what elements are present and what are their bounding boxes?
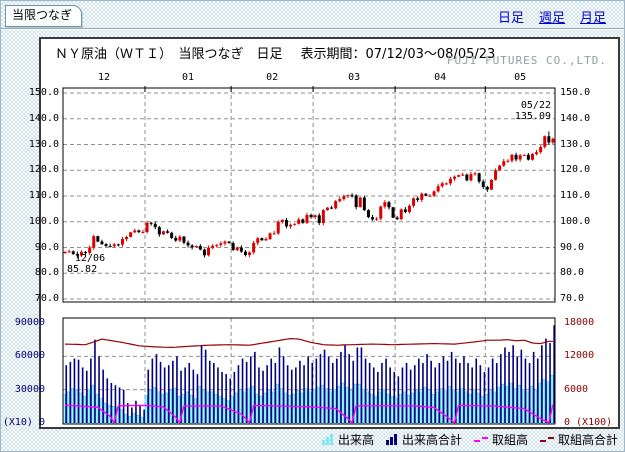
volume-right-zero-label: 0 (X100) [564, 417, 612, 428]
legend-label: 取組高 [492, 431, 528, 448]
open-interest-line-icon [474, 435, 489, 444]
nav-link-monthly[interactable]: 月足 [580, 7, 606, 26]
chart-title-row: ＮＹ原油（ＷＴＩ） 当限つなぎ 日足表示期間：07/12/03～08/05/23 [55, 43, 495, 62]
high-annotation-value: 135.09 [479, 111, 551, 122]
timeframe-nav: 日足 週足 月足 [498, 7, 606, 26]
chart-title: ＮＹ原油（ＷＴＩ） 当限つなぎ 日足 [55, 47, 283, 62]
legend-item-open-interest-total: 取組高合計 [540, 431, 618, 448]
legend-item-open-interest: 取組高 [474, 431, 528, 448]
chart-panel [39, 37, 620, 429]
legend-label: 出来高合計 [402, 431, 462, 448]
high-annotation-date: 05/22 [479, 100, 551, 111]
tab-label: 当限つなぎ [12, 8, 72, 22]
tab-current-contract[interactable]: 当限つなぎ [5, 5, 82, 27]
legend-item-volume: 出来高 [322, 431, 374, 448]
chart-app-window: 当限つなぎ 日足 週足 月足 ＮＹ原油（ＷＴＩ） 当限つなぎ 日足表示期間：07… [0, 0, 625, 452]
low-annotation: 12/06 85.82 [67, 253, 105, 275]
nav-link-weekly[interactable]: 週足 [539, 7, 565, 26]
company-name: FUJI FUTURES CO.,LTD. [447, 54, 607, 67]
volume-bars-icon [322, 434, 335, 445]
high-annotation: 05/22 135.09 [479, 100, 551, 122]
chart-legend: 出来高 出来高合計 取組高 取組高合計 [322, 431, 618, 448]
low-annotation-value: 85.82 [67, 264, 105, 275]
open-interest-total-line-icon [540, 435, 555, 444]
volume-left-zero-label: (X10) 0 [1, 417, 45, 428]
low-annotation-date: 12/06 [67, 253, 105, 264]
legend-label: 取組高合計 [558, 431, 618, 448]
nav-link-daily[interactable]: 日足 [498, 7, 524, 26]
legend-label: 出来高 [338, 431, 374, 448]
legend-item-volume-total: 出来高合計 [386, 431, 462, 448]
volume-total-bars-icon [386, 434, 399, 445]
tab-separator-line [1, 28, 624, 30]
